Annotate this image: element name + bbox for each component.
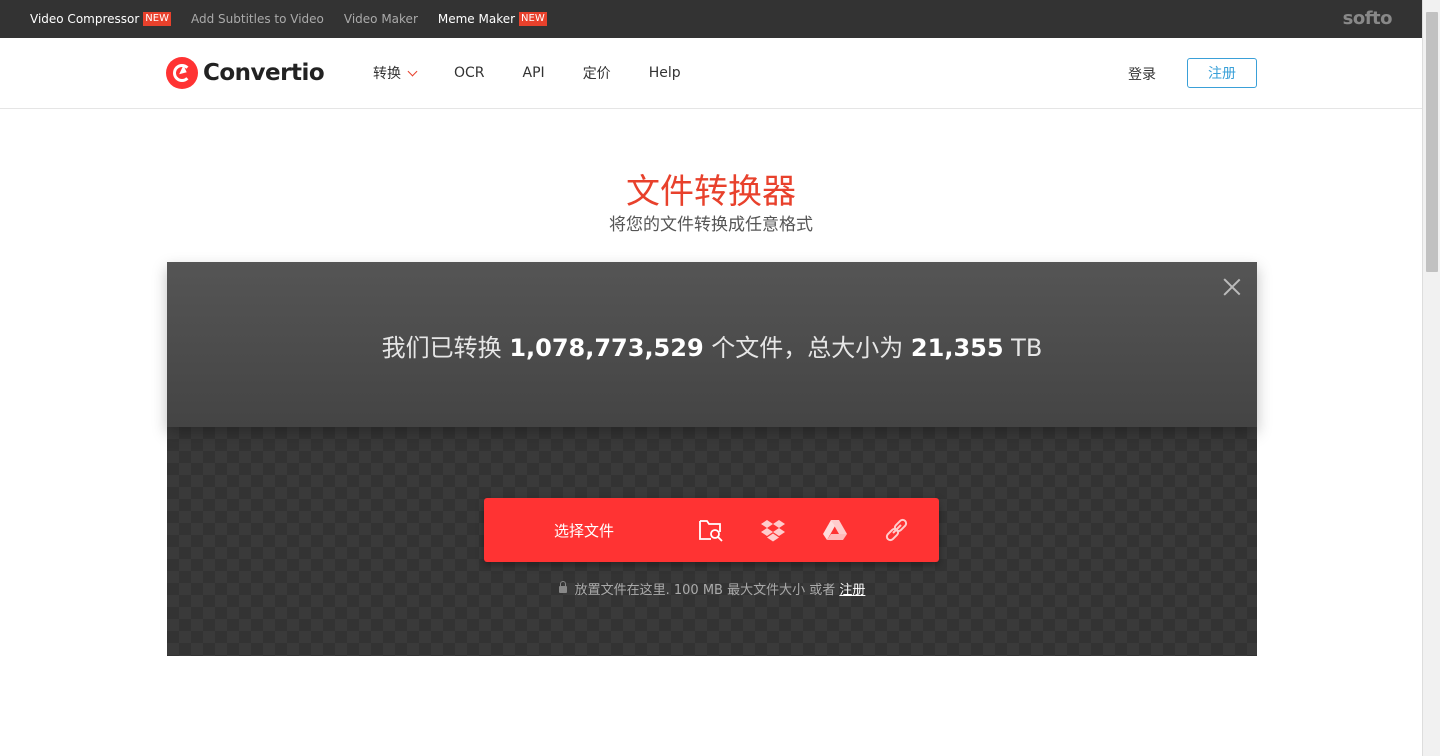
register-button[interactable]: 注册 [1187, 58, 1257, 88]
folder-search-icon[interactable] [680, 498, 742, 562]
site-header: Convertio 转换 OCR API 定价 Help 登录 注册 [0, 38, 1422, 109]
scrollbar-thumb[interactable] [1426, 12, 1438, 272]
nav-item-label: API [522, 65, 545, 81]
new-badge: NEW [519, 12, 547, 26]
nav-item-pricing[interactable]: 定价 [583, 63, 611, 83]
close-icon[interactable] [1223, 278, 1241, 296]
main-nav: 转换 OCR API 定价 Help [373, 38, 719, 108]
nav-item-label: Help [648, 65, 681, 81]
register-link[interactable]: 注册 [839, 583, 865, 598]
size-unit: TB [1003, 334, 1043, 362]
dropbox-icon[interactable] [742, 498, 804, 562]
promo-link-label: Video Maker [343, 12, 418, 26]
converter-panel: 我们已转换 1,078,773,529 个文件，总大小为 21,355 TB 选… [167, 262, 1257, 656]
promo-link-video-compressor[interactable]: Video Compressor NEW [30, 12, 171, 26]
drop-note-text: 放置文件在这里. 100 MB 最大文件大小 或者 [574, 583, 840, 598]
nav-item-label: 定价 [582, 66, 611, 82]
choose-files-bar: 选择文件 [484, 498, 939, 562]
convertio-logo[interactable]: Convertio [166, 57, 325, 89]
logo-text: Convertio [203, 60, 325, 86]
lock-icon [558, 581, 567, 593]
promo-bar: Video Compressor NEW Add Subtitles to Vi… [0, 0, 1422, 38]
nav-item-label: 转换 [373, 66, 401, 82]
nav-item-ocr[interactable]: OCR [454, 65, 485, 81]
drop-zone[interactable]: 选择文件 放置文件在这里. 100 MB 最大文件大小 或者 注册 [167, 427, 1257, 656]
chevron-down-icon [407, 66, 418, 76]
promo-link-meme-maker[interactable]: Meme Maker NEW [438, 12, 547, 26]
promo-link-add-subtitles[interactable]: Add Subtitles to Video [191, 12, 324, 26]
stats-middle: 个文件，总大小为 [703, 334, 911, 362]
softo-logo[interactable]: softo [1343, 8, 1393, 29]
drop-note: 放置文件在这里. 100 MB 最大文件大小 或者 注册 [167, 579, 1257, 598]
promo-link-label: Video Compressor [30, 12, 140, 26]
stats-banner: 我们已转换 1,078,773,529 个文件，总大小为 21,355 TB [167, 262, 1257, 427]
page-subtitle: 将您的文件转换成任意格式 [609, 215, 813, 235]
total-size: 21,355 [910, 334, 1004, 362]
page-title: 文件转换器 [626, 172, 796, 212]
google-drive-icon[interactable] [804, 498, 866, 562]
nav-item-convert[interactable]: 转换 [373, 63, 418, 83]
nav-item-api[interactable]: API [523, 65, 545, 81]
promo-link-label: Meme Maker [437, 12, 516, 26]
convertio-logo-icon [166, 57, 198, 89]
new-badge: NEW [143, 12, 171, 26]
promo-links: Video Compressor NEW Add Subtitles to Vi… [30, 0, 567, 38]
link-icon[interactable] [866, 498, 928, 562]
promo-link-video-maker[interactable]: Video Maker [344, 12, 418, 26]
stats-prefix: 我们已转换 [381, 334, 510, 362]
stats-text: 我们已转换 1,078,773,529 个文件，总大小为 21,355 TB [167, 328, 1257, 363]
promo-link-label: Add Subtitles to Video [190, 12, 324, 26]
choose-files-button[interactable]: 选择文件 [554, 520, 680, 541]
nav-item-help[interactable]: Help [649, 65, 681, 81]
nav-item-label: OCR [454, 65, 485, 81]
page-scrollbar[interactable] [1422, 0, 1440, 756]
login-link[interactable]: 登录 [1128, 64, 1156, 84]
files-count: 1,078,773,529 [509, 334, 704, 362]
